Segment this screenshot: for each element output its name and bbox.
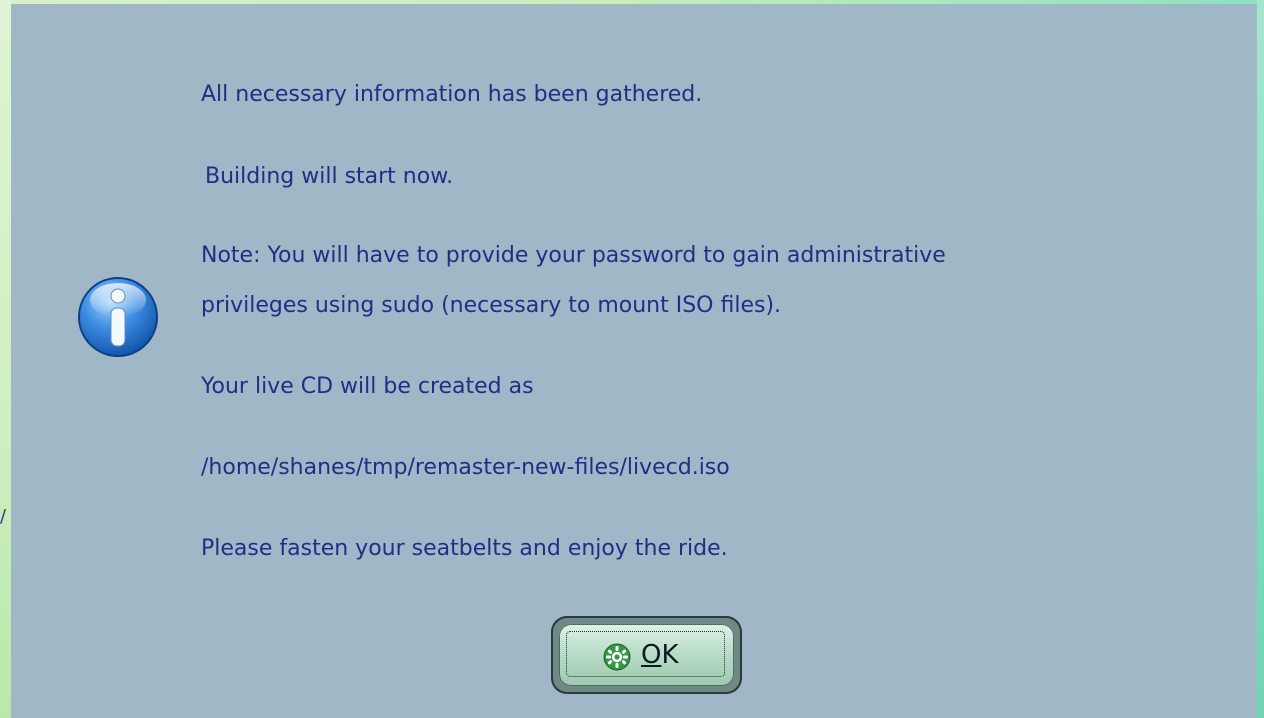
desktop-right-edge [1257, 0, 1264, 718]
info-icon [78, 277, 158, 357]
ok-mnemonic-letter: O [641, 640, 662, 670]
message-line-iso-path: /home/shanes/tmp/remaster-new-files/live… [201, 455, 730, 480]
ok-button-label: OK [641, 638, 679, 672]
message-line-gathered: All necessary information has been gathe… [201, 82, 703, 107]
message-line-note: Note: You will have to provide your pass… [201, 243, 946, 268]
information-dialog: All necessary information has been gathe… [11, 4, 1256, 718]
background-text-fragment: / [0, 506, 7, 527]
ok-label-rest: K [661, 640, 679, 670]
ok-button-frame: OK [551, 616, 742, 694]
message-line-building: Building will start now. [205, 164, 454, 189]
message-line-privileges: privileges using sudo (necessary to moun… [201, 293, 782, 318]
message-line-created-as: Your live CD will be created as [201, 374, 534, 399]
desktop-left-edge [0, 0, 11, 718]
kde-gear-icon [603, 643, 631, 671]
message-line-seatbelts: Please fasten your seatbelts and enjoy t… [201, 536, 728, 561]
ok-button[interactable]: OK [559, 624, 734, 686]
